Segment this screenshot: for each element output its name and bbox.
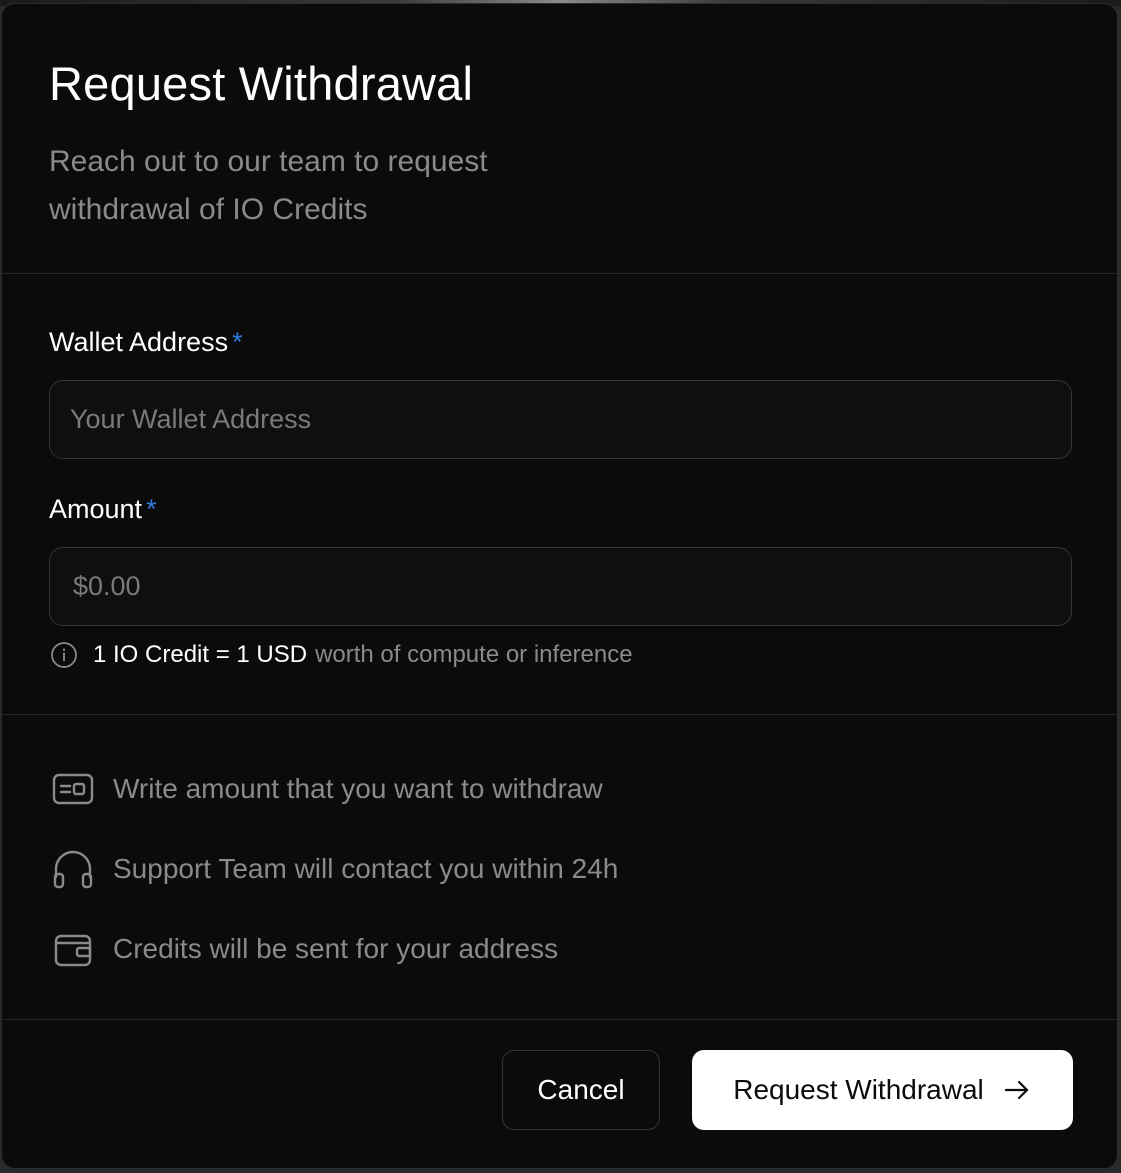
process-steps: Write amount that you want to withdraw S… <box>2 715 1117 1020</box>
cancel-button[interactable]: Cancel <box>502 1050 660 1130</box>
arrow-right-icon <box>1004 1080 1028 1100</box>
card-icon <box>52 773 94 805</box>
step-item: Credits will be sent for your address <box>51 927 1070 971</box>
required-marker: * <box>146 494 157 524</box>
wallet-address-label: Wallet Address * <box>49 326 1070 360</box>
wallet-address-label-text: Wallet Address <box>49 327 229 357</box>
dialog-title: Request Withdrawal <box>49 57 474 110</box>
required-marker: * <box>232 327 243 357</box>
headphones-icon <box>53 850 93 889</box>
wallet-address-input[interactable] <box>49 380 1072 459</box>
wallet-icon <box>54 934 92 967</box>
conversion-hint: 1 IO Credit = 1 USD worth of compute or … <box>49 640 1070 670</box>
amount-label: Amount * <box>49 493 1070 527</box>
step-item: Support Team will contact you within 24h <box>51 847 1070 891</box>
info-icon <box>51 642 77 668</box>
step-text: Write amount that you want to withdraw <box>113 773 603 804</box>
dialog-header: Request Withdrawal Reach out to our team… <box>2 4 1117 274</box>
conversion-description: worth of compute or inference <box>315 641 633 668</box>
dialog-subtitle: Reach out to our team to request withdra… <box>49 145 488 226</box>
withdrawal-form: Wallet Address* Amount* 1 IO Credit = 1 … <box>2 274 1117 715</box>
request-withdrawal-button[interactable]: Request Withdrawal <box>692 1050 1073 1130</box>
step-text: Support Team will contact you within 24h <box>113 853 619 884</box>
step-item: Write amount that you want to withdraw <box>51 767 1070 811</box>
amount-label-text: Amount <box>49 494 143 524</box>
withdrawal-dialog: Request Withdrawal Reach out to our team… <box>1 3 1118 1169</box>
cancel-button-label: Cancel <box>537 1074 625 1105</box>
conversion-rate-text: 1 IO Credit = 1 USD <box>93 641 308 668</box>
request-withdrawal-button-label: Request Withdrawal <box>733 1074 984 1105</box>
dialog-footer: Cancel Request Withdrawal <box>2 1020 1117 1168</box>
step-text: Credits will be sent for your address <box>113 933 559 964</box>
amount-input[interactable] <box>49 547 1072 626</box>
